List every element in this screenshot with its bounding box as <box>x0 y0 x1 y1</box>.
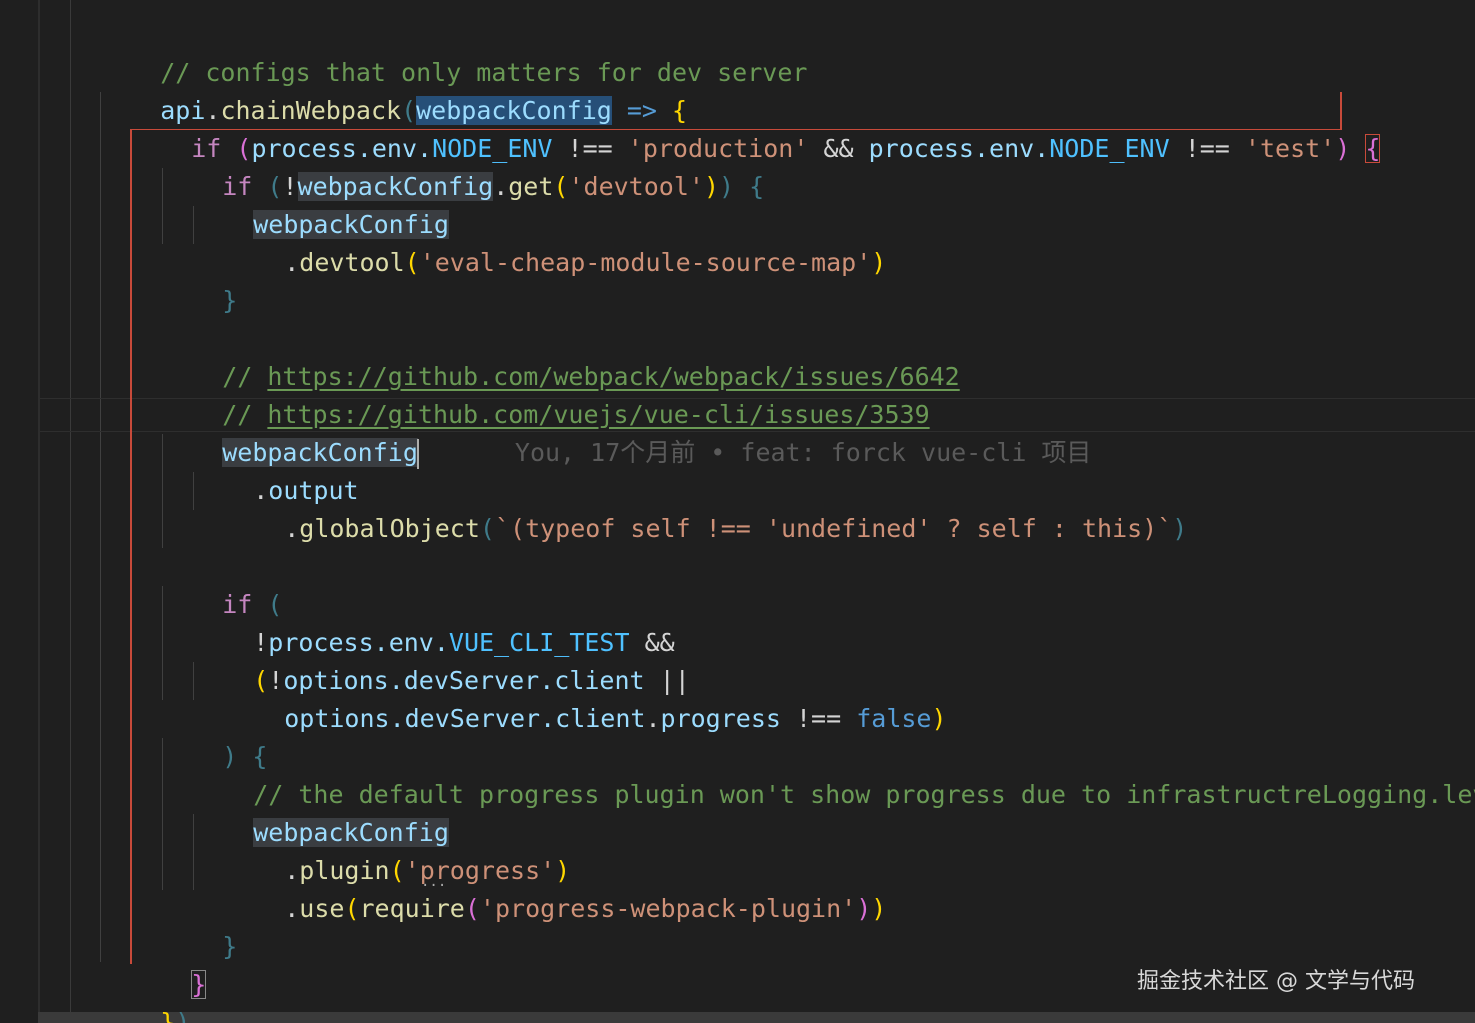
operator: && <box>808 134 869 163</box>
paren: ) <box>703 172 719 201</box>
code-line[interactable]: // configs that only matters for dev ser… <box>100 16 807 87</box>
code-line[interactable]: .plugin('progress') <box>224 814 570 885</box>
code-line[interactable]: // the default progress plugin won't sho… <box>193 738 1475 809</box>
identifier: process <box>868 134 974 163</box>
string: 'eval-cheap-module-source-map' <box>419 248 872 277</box>
identifier: client <box>555 704 646 733</box>
identifier: .env. <box>973 134 1050 163</box>
code-line[interactable]: }) <box>100 966 190 1023</box>
identifier: options <box>284 704 390 733</box>
brace: } <box>160 1008 176 1023</box>
paren: ) <box>871 248 887 277</box>
paren: ) <box>1335 134 1351 163</box>
brace-matched: { <box>1365 134 1381 163</box>
brace-matched: } <box>191 970 207 999</box>
brace: } <box>222 932 238 961</box>
punctuation: . <box>493 172 509 201</box>
punctuation: . <box>645 704 661 733</box>
code-line[interactable]: } <box>162 890 237 961</box>
operator: !== <box>780 704 857 733</box>
code-line[interactable]: // https://github.com/webpack/webpack/is… <box>162 320 960 391</box>
code-line[interactable]: options.devServer.client.progress !== fa… <box>224 662 946 733</box>
paren: ( <box>553 172 569 201</box>
code-line[interactable]: // https://github.com/vuejs/vue-cli/issu… <box>162 358 929 429</box>
code-editor[interactable]: // configs that only matters for dev ser… <box>0 0 1475 1023</box>
identifier: .devServer. <box>389 704 556 733</box>
brace: } <box>222 286 238 315</box>
string: 'devtool' <box>568 172 704 201</box>
code-line[interactable]: } <box>162 244 237 315</box>
paren: ) <box>931 704 947 733</box>
code-line[interactable]: .output <box>193 434 358 505</box>
paren: ) <box>871 894 887 923</box>
code-line[interactable]: api.chainWebpack(webpackConfig => { <box>100 54 687 125</box>
constant: NODE_ENV <box>1049 134 1170 163</box>
code-line[interactable]: (!options.devServer.client || <box>193 624 690 695</box>
punctuation: . <box>284 514 300 543</box>
code-line[interactable]: .globalObject(`(typeof self !== 'undefin… <box>224 472 1187 543</box>
string: 'test' <box>1244 134 1336 163</box>
indent-guide <box>100 92 101 962</box>
property: globalObject <box>299 514 480 543</box>
code-line[interactable]: .devtool('eval-cheap-module-source-map') <box>224 206 886 277</box>
hint-dots-icon[interactable]: ··· <box>421 879 446 893</box>
brace: { <box>749 172 765 201</box>
identifier: progress <box>660 704 781 733</box>
paren: ( <box>464 894 480 923</box>
code-line[interactable]: .use(require('progress-webpack-plugin')) <box>224 852 886 923</box>
code-line[interactable]: ) { <box>162 700 267 771</box>
paren: ( <box>404 248 420 277</box>
template-string: `(typeof self !== 'undefined' ? self : t… <box>494 514 1173 543</box>
code-line[interactable]: !process.env.VUE_CLI_TEST && <box>193 586 674 657</box>
function-name: use <box>299 894 345 923</box>
code-line[interactable]: if (!webpackConfig.get('devtool')) { <box>162 130 764 201</box>
indent-guide <box>70 0 71 1023</box>
function-name: get <box>508 172 554 201</box>
function-name: devtool <box>299 248 405 277</box>
git-blame-annotation: You, 17个月前 • feat: forck vue-cli 项目 <box>514 438 1092 467</box>
gutter-edge <box>38 0 40 1023</box>
code-line[interactable]: } <box>131 928 207 999</box>
paren: ( <box>344 894 360 923</box>
code-line[interactable]: if (process.env.NODE_ENV !== 'production… <box>131 92 1381 163</box>
paren: ) <box>719 172 735 201</box>
text-cursor <box>416 439 419 469</box>
string: 'progress-webpack-plugin' <box>479 894 857 923</box>
code-line[interactable]: webpackConfig <box>193 776 449 847</box>
punctuation: . <box>284 248 300 277</box>
punctuation: . <box>284 894 300 923</box>
boolean: false <box>856 704 932 733</box>
code-line[interactable]: webpackConfig You, 17个月前 • feat: forck vu… <box>162 396 1091 469</box>
watermark: 掘金技术社区 @ 文学与代码 <box>1137 969 1415 994</box>
code-line[interactable]: webpackConfig <box>193 168 449 239</box>
paren: ( <box>479 514 495 543</box>
code-line[interactable]: if ( <box>162 548 282 619</box>
paren: ) <box>1172 514 1188 543</box>
horizontal-scrollbar[interactable] <box>38 1012 1475 1023</box>
paren: ) <box>175 1008 191 1023</box>
operator: !== <box>1169 134 1245 163</box>
function-name: require <box>359 894 465 923</box>
paren: ) <box>856 894 872 923</box>
